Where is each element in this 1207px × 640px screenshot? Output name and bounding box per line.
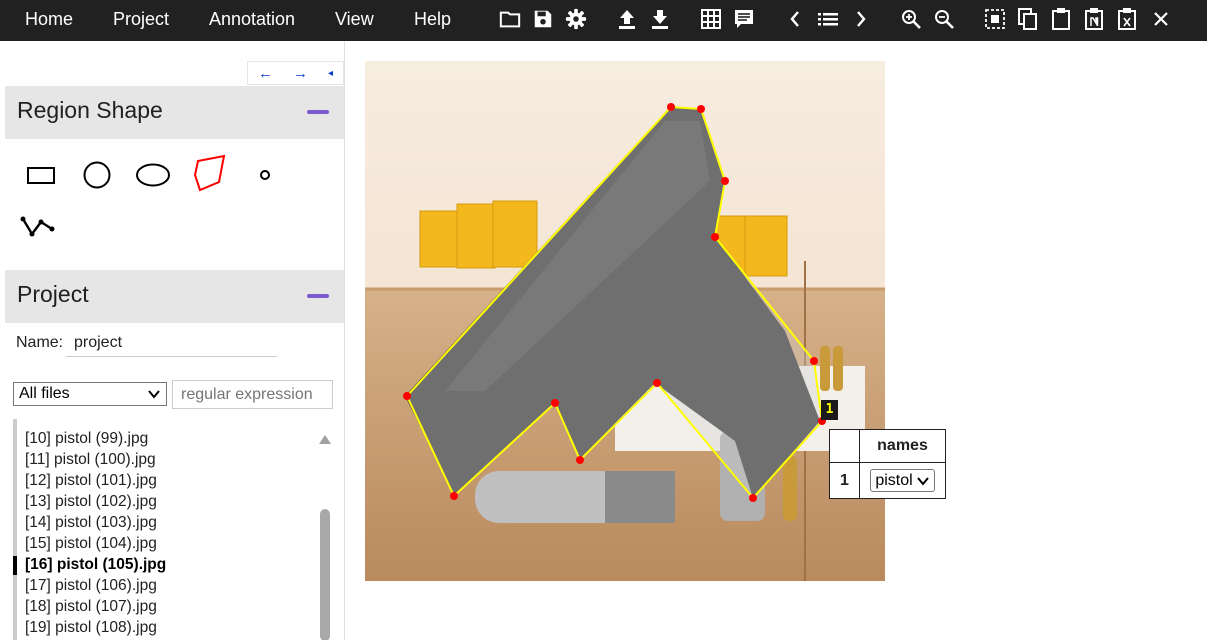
ellipse-tool[interactable]	[133, 155, 173, 195]
region-attribute-editor: names 1 pistol	[829, 429, 946, 499]
file-list-gutter	[13, 419, 17, 640]
scroll-up-icon[interactable]	[319, 435, 331, 444]
file-list-scrollbar[interactable]	[318, 427, 332, 640]
menu-home[interactable]: Home	[25, 0, 73, 38]
next-image-button[interactable]: →	[293, 65, 308, 82]
save-icon[interactable]	[530, 6, 556, 32]
attribute-name-header: names	[859, 429, 946, 463]
scrollbar-thumb[interactable]	[320, 509, 330, 640]
upload-icon[interactable]	[614, 6, 640, 32]
region-shape-header[interactable]: Region Shape	[5, 86, 344, 139]
delete-region-icon[interactable]	[1114, 6, 1140, 32]
chevron-left-icon[interactable]	[782, 6, 808, 32]
project-collapse-icon[interactable]	[307, 294, 329, 298]
image-canvas[interactable]	[365, 61, 885, 581]
project-name-label: Name:	[16, 334, 64, 351]
attribute-id-header	[829, 429, 860, 463]
regex-filter-input[interactable]	[172, 380, 333, 409]
project-title: Project	[17, 281, 89, 307]
top-menu-bar: Home Project Annotation View Help	[0, 0, 1207, 41]
region-shape-collapse-icon[interactable]	[307, 110, 329, 114]
active-file-marker	[13, 556, 17, 575]
folder-open-icon[interactable]	[497, 6, 523, 32]
polyline-tool[interactable]	[17, 206, 57, 246]
region-shape-title: Region Shape	[17, 97, 163, 123]
file-list-item[interactable]: [18] pistol (107).jpg	[25, 596, 157, 617]
copy-icon[interactable]	[1015, 6, 1041, 32]
menu-annotation[interactable]: Annotation	[209, 0, 295, 38]
left-sidebar: ← → ◂ Region Shape Project Name: All fil…	[5, 41, 345, 640]
grid-icon[interactable]	[698, 6, 724, 32]
chevron-down-icon	[148, 390, 160, 399]
file-list-item[interactable]: [15] pistol (104).jpg	[25, 533, 157, 554]
collapse-sidebar-button[interactable]: ◂	[328, 68, 333, 79]
file-list-item[interactable]: [10] pistol (99).jpg	[25, 428, 148, 449]
rectangle-tool[interactable]	[21, 155, 61, 195]
file-list: [10] pistol (99).jpg [11] pistol (100).jp…	[5, 419, 344, 640]
file-list-item[interactable]: [16] pistol (105).jpg	[25, 554, 166, 575]
close-icon[interactable]	[1148, 6, 1174, 32]
file-filter-select[interactable]: All files	[13, 382, 167, 406]
file-list-item[interactable]: [19] pistol (108).jpg	[25, 617, 157, 638]
menu-project[interactable]: Project	[113, 0, 169, 38]
sidebar-nav: ← → ◂	[247, 61, 344, 85]
attribute-value-select[interactable]: pistol	[870, 469, 935, 492]
menu-view[interactable]: View	[335, 0, 374, 38]
file-list-item[interactable]: [17] pistol (106).jpg	[25, 575, 157, 596]
zoom-out-icon[interactable]	[931, 6, 957, 32]
circle-tool[interactable]	[77, 155, 117, 195]
project-name-input[interactable]	[66, 330, 277, 357]
polygon-tool[interactable]	[189, 153, 229, 193]
comment-icon[interactable]	[731, 6, 757, 32]
menu-help[interactable]: Help	[414, 0, 451, 38]
attribute-value: pistol	[875, 471, 913, 489]
file-list-item[interactable]: [12] pistol (101).jpg	[25, 470, 157, 491]
region-id-label: 1	[821, 400, 838, 420]
select-all-icon[interactable]	[982, 6, 1008, 32]
file-list-item[interactable]: [14] pistol (103).jpg	[25, 512, 157, 533]
project-header[interactable]: Project	[5, 270, 344, 323]
list-icon[interactable]	[815, 6, 841, 32]
attribute-row-id: 1	[829, 462, 860, 499]
point-tool[interactable]	[245, 155, 285, 195]
chevron-down-icon	[916, 476, 929, 486]
file-filter-value: All files	[19, 385, 70, 402]
prev-image-button[interactable]: ←	[258, 65, 273, 82]
file-list-item[interactable]: [11] pistol (100).jpg	[25, 449, 156, 470]
zoom-in-icon[interactable]	[898, 6, 924, 32]
file-list-item[interactable]: [13] pistol (102).jpg	[25, 491, 157, 512]
annotated-image	[365, 61, 885, 581]
chevron-right-icon[interactable]	[848, 6, 874, 32]
paste-icon[interactable]	[1048, 6, 1074, 32]
download-icon[interactable]	[647, 6, 673, 32]
paste-n-icon[interactable]	[1081, 6, 1107, 32]
gear-icon[interactable]	[563, 6, 589, 32]
